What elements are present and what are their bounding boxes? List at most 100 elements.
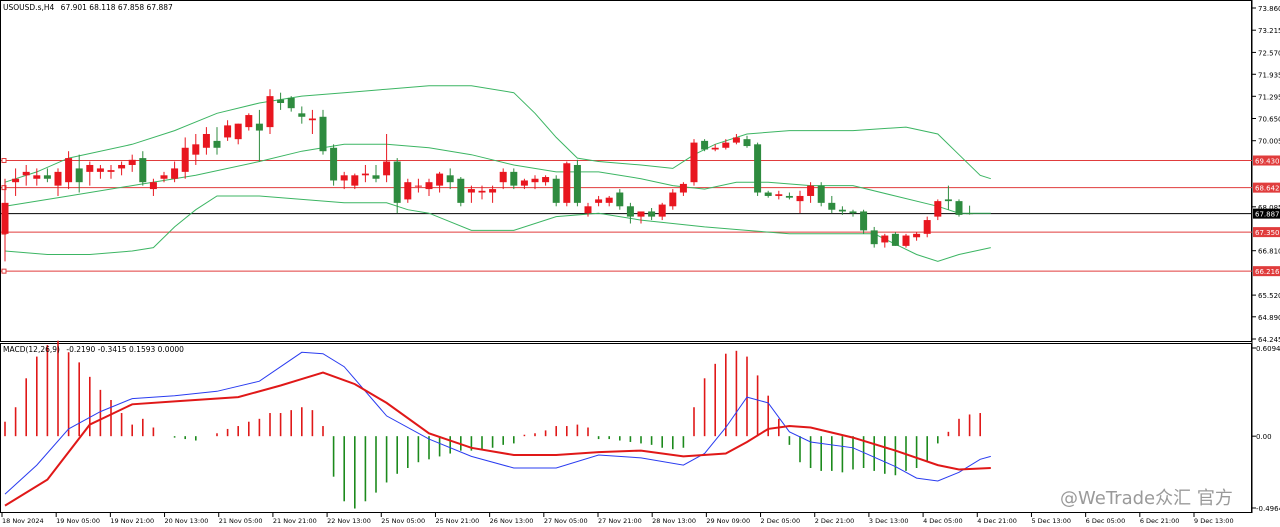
time-tick-label: 19 Nov 21:00 xyxy=(110,517,154,525)
candle-bull xyxy=(732,137,740,143)
trading-chart[interactable]: 73.860 73.215 72.570 71.935 71.295 70.650 70.0… xyxy=(0,0,1280,527)
time-tick-label: 21 Nov 05:00 xyxy=(219,517,263,525)
candle-bull xyxy=(531,178,539,183)
time-tick-label: 3 Dec 13:00 xyxy=(869,517,909,525)
candle-bull xyxy=(425,182,433,190)
candle-bull xyxy=(934,201,942,217)
candle-bear xyxy=(891,233,899,246)
price-tick-label: 71.935 xyxy=(1258,71,1280,79)
candle-bear xyxy=(944,199,952,202)
candle-bull xyxy=(595,199,603,203)
candle-bull xyxy=(711,147,719,150)
candle-bear xyxy=(743,139,751,147)
envelope-bands xyxy=(4,85,991,262)
candle-bull xyxy=(807,185,815,196)
time-tick-label: 21 Nov 21:00 xyxy=(273,517,317,525)
time-tick-label: 25 Nov 05:00 xyxy=(381,517,425,525)
candle-bull xyxy=(605,197,613,203)
candle-bull xyxy=(118,164,126,169)
macd-header: MACD(12,26,9) -0.2190 -0.3415 0.1593 0.0… xyxy=(3,345,184,354)
candle-bull xyxy=(128,159,136,165)
candle-bear xyxy=(75,168,83,183)
candle-bear xyxy=(838,209,846,212)
candle-bull xyxy=(202,133,210,148)
candle-bull xyxy=(383,161,391,176)
candle-bull xyxy=(499,171,507,183)
band-lower xyxy=(4,195,991,262)
time-tick-label: 22 Nov 13:00 xyxy=(327,517,371,525)
candle-bull xyxy=(65,158,73,183)
candle-bear xyxy=(754,144,762,193)
candle-bear xyxy=(298,113,306,117)
candle-bull xyxy=(171,168,179,179)
candle-bull xyxy=(520,180,528,186)
price-tick-label: 72.570 xyxy=(1258,49,1280,57)
time-tick-label: 18 Nov 2024 xyxy=(2,517,44,525)
candle-bear xyxy=(457,178,465,203)
candle-bear xyxy=(43,175,51,179)
candle-bear xyxy=(616,192,624,207)
candle-bull xyxy=(796,195,804,202)
candle-bear xyxy=(966,213,974,215)
candle-bull xyxy=(351,175,359,186)
macd-values: -0.2190 -0.3415 0.1593 0.0000 xyxy=(66,345,184,354)
candle-bull xyxy=(489,189,497,193)
candle-bull xyxy=(436,173,444,186)
candle-bull xyxy=(913,233,921,238)
level-anchor xyxy=(1,158,7,164)
candle-bull xyxy=(192,144,200,155)
time-tick-label: 20 Nov 13:00 xyxy=(165,517,209,525)
candle-bear xyxy=(785,195,793,198)
candle-bear xyxy=(573,164,581,203)
price-level-label: 69.430 xyxy=(1255,158,1280,166)
candle-bull xyxy=(96,168,104,172)
candle-bull xyxy=(902,235,910,246)
watermark: @WeTrade众汇 官方 xyxy=(1060,488,1233,509)
macd-tick-label: 0.00 xyxy=(1256,433,1272,441)
price-tick-label: 70.650 xyxy=(1258,116,1280,124)
candle-bull xyxy=(1,202,9,234)
candle-bear xyxy=(849,211,857,214)
candle-bear xyxy=(446,175,454,183)
time-tick-label: 6 Dec 05:00 xyxy=(1086,517,1126,525)
candle-bull xyxy=(637,211,645,217)
price-tick-label: 64.245 xyxy=(1258,336,1280,344)
time-tick-label: 19 Nov 05:00 xyxy=(56,517,100,525)
candle-bull xyxy=(340,175,348,181)
time-tick-label: 9 Dec 13:00 xyxy=(1194,517,1234,525)
price-tick-label: 73.215 xyxy=(1258,27,1280,35)
candle-bull xyxy=(679,183,687,193)
time-tick-label: 5 Dec 13:00 xyxy=(1031,517,1071,525)
candle-bear xyxy=(255,123,263,131)
band-middle xyxy=(4,143,991,214)
candle-bull xyxy=(361,173,369,176)
candle-bull xyxy=(563,163,571,203)
time-tick-label: 25 Nov 21:00 xyxy=(435,517,479,525)
candle-bull xyxy=(923,220,931,234)
candle-bear xyxy=(870,230,878,245)
time-tick-label: 2 Dec 05:00 xyxy=(761,517,801,525)
candle-bear xyxy=(213,140,221,148)
candles xyxy=(1,89,974,262)
time-tick-label: 28 Nov 13:00 xyxy=(652,517,696,525)
price-level-label: 66.216 xyxy=(1255,268,1280,276)
candle-bull xyxy=(775,194,783,196)
price-scale: 73.860 73.215 72.570 71.935 71.295 70.650 70.0… xyxy=(1252,5,1280,344)
candle-bull xyxy=(722,142,730,148)
price-level-label: 67.350 xyxy=(1255,229,1280,237)
instrument-header: USOUSD.s,H4 67.901 68.118 67.858 67.887 xyxy=(3,3,173,12)
price-tick-label: 71.295 xyxy=(1258,93,1280,101)
candle-bull xyxy=(33,175,41,179)
time-tick-label: 4 Dec 05:00 xyxy=(923,517,963,525)
price-level-label: 67.887 xyxy=(1255,211,1280,219)
candle-bear xyxy=(828,202,836,210)
macd-main-line xyxy=(4,351,991,495)
candle-bear xyxy=(319,116,327,152)
candle-bull xyxy=(160,175,168,179)
candle-bull xyxy=(308,118,316,121)
candle-bull xyxy=(669,192,677,207)
candle-bear xyxy=(510,171,518,186)
candle-bull xyxy=(584,206,592,214)
macd-tick-label: 0.6094 xyxy=(1256,345,1280,353)
macd-label: MACD(12,26,9) xyxy=(3,345,60,354)
